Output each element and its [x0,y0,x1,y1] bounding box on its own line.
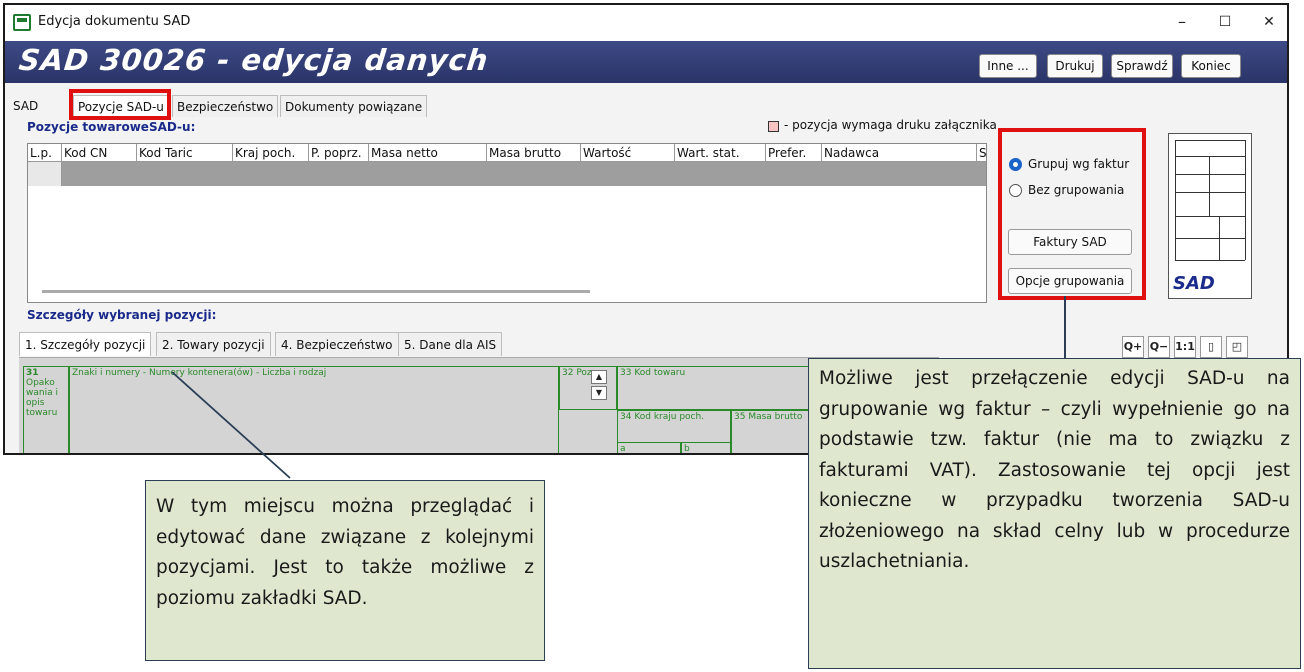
col-kod-taric[interactable]: Kod Taric [137,144,233,162]
items-section-title: Pozycje towaroweSAD-u: [27,120,196,134]
col-wartosc[interactable]: Wartość [581,144,675,162]
tab-security[interactable]: Bezpieczeństwo [172,95,279,117]
col-kod-cn[interactable]: Kod CN [62,144,137,162]
items-grid[interactable]: L.p. Kod CN Kod Taric Kraj poch. P. popr… [27,143,987,303]
col-lp[interactable]: L.p. [28,144,62,162]
zoom-in-icon[interactable]: Q+ [1122,336,1144,358]
tab-sad[interactable]: SAD [9,95,42,117]
grid-header: L.p. Kod CN Kod Taric Kraj poch. P. popr… [28,144,986,162]
box-32-label: 32 Poz. [562,368,595,378]
scroll-down-icon[interactable]: ▼ [591,386,607,400]
box-31-content[interactable]: Znaki i numery - Numery kontenera(ów) - … [69,366,559,453]
check-button[interactable]: Sprawdź [1111,54,1173,78]
box-34-label: 34 Kod kraju poch. [620,412,705,422]
col-sp[interactable]: Sp [977,144,986,162]
highlight-items-tab [69,89,171,120]
details-section-title: Szczegóły wybranej pozycji: [27,308,217,322]
maximize-button[interactable]: ☐ [1210,11,1240,33]
tab-ais-data[interactable]: 5. Dane dla AIS [398,332,503,356]
box-31-text: Opako wania i opis towaru [26,378,58,418]
legend-swatch [768,121,779,132]
tab-item-security[interactable]: 4. Bezpieczeństwo [275,332,399,356]
sad-form-thumbnail[interactable]: SAD [1168,133,1252,299]
col-prefer[interactable]: Prefer. [766,144,822,162]
banner-title: SAD 30026 - edycja danych [17,43,491,77]
box-34b-label: b [684,444,690,454]
other-button[interactable]: Inne ... [979,54,1037,78]
table-row[interactable] [28,162,986,186]
box-33-label: 33 Kod towaru [620,368,686,378]
box-34a-label: a [620,444,626,454]
title-bar: Edycja dokumentu SAD – ☐ ✕ [5,5,1287,41]
close-button[interactable]: ✕ [1254,11,1284,33]
col-masa-netto[interactable]: Masa netto [369,144,487,162]
connector-left [171,371,291,479]
row-selector[interactable] [28,162,62,186]
col-masa-brutto[interactable]: Masa brutto [487,144,581,162]
box-31-number: 31 [26,368,39,378]
tab-item-goods[interactable]: 2. Towary pozycji [156,332,271,356]
zoom-actual-icon[interactable]: 1:1 [1174,336,1196,358]
box-31-label: 31 Opako wania i opis towaru [23,366,69,453]
main-tabs: SAD Pozycje SAD-u Bezpieczeństwo Dokumen… [5,95,1287,117]
zoom-out-icon[interactable]: Q− [1148,336,1170,358]
col-wart-stat[interactable]: Wart. stat. [675,144,766,162]
box-34b[interactable]: b [681,442,731,454]
sad-form-preview[interactable]: 31 Opako wania i opis towaru Znaki i num… [19,357,939,454]
scroll-up-icon[interactable]: ▲ [591,370,607,384]
col-nadawca[interactable]: Nadawca [822,144,977,162]
col-p-poprz[interactable]: P. poprz. [309,144,369,162]
note-right: Możliwe jest przełączenie edycji SAD-u n… [808,358,1301,669]
banner: SAD 30026 - edycja danych Inne ... Druku… [5,41,1287,83]
note-left: W tym miejscu można przeglądać i edytowa… [145,480,545,661]
legend-text: - pozycja wymaga druku załącznika [784,118,997,132]
close-doc-button[interactable]: Koniec [1181,54,1241,78]
app-icon [13,14,31,31]
box-35-label: 35 Masa brutto [734,412,803,422]
tab-item-details[interactable]: 1. Szczegóły pozycji [19,332,152,356]
minimize-button[interactable]: – [1167,11,1197,33]
box-32[interactable]: 32 Poz. [559,366,617,410]
sad-logo: SAD [1173,273,1215,294]
tab-related-docs[interactable]: Dokumenty powiązane [280,95,428,117]
print-button[interactable]: Drukuj [1047,54,1103,78]
highlight-grouping-panel [998,128,1146,300]
window-title: Edycja dokumentu SAD [38,14,191,29]
box-34a[interactable]: a [617,442,681,454]
col-kraj-poch[interactable]: Kraj poch. [233,144,309,162]
connector-right [1064,296,1066,358]
page-fit-icon[interactable]: ◰ [1226,336,1248,358]
page-icon[interactable]: ▯ [1200,336,1222,358]
horizontal-scrollbar[interactable] [42,290,590,293]
